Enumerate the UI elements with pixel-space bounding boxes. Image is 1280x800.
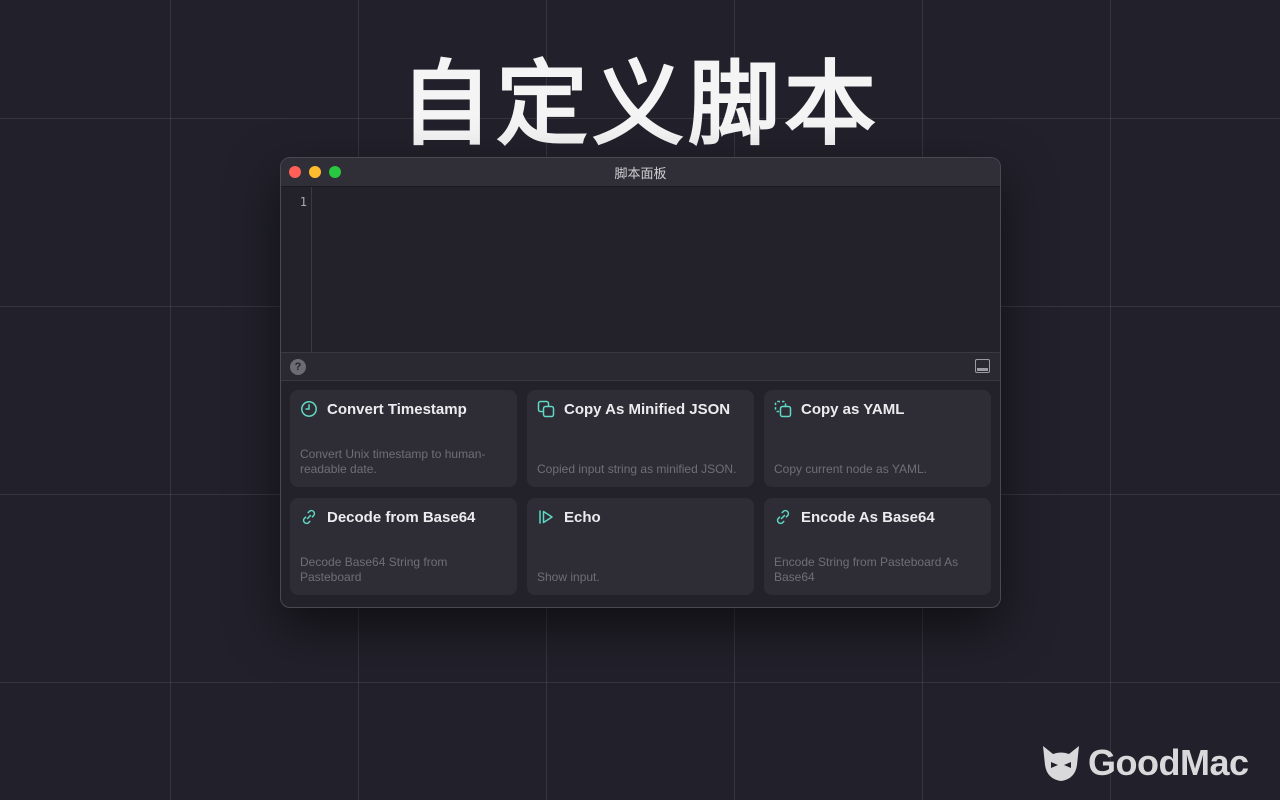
brand-logo: GoodMac [1040,742,1249,784]
script-card-decode-base64[interactable]: Decode from Base64 Decode Base64 String … [290,498,517,595]
script-title: Convert Timestamp [327,400,467,418]
toggle-panel-icon[interactable] [975,359,990,373]
copy-dashed-icon [774,400,792,418]
link-icon [776,509,790,525]
script-card-encode-base64[interactable]: Encode As Base64 Encode String from Past… [764,498,991,595]
script-card-copy-minified-json[interactable]: Copy As Minified JSON Copied input strin… [527,390,754,487]
script-description: Convert Unix timestamp to human-readable… [300,447,486,476]
script-description: Decode Base64 String from Pasteboard [300,555,448,584]
script-card-convert-timestamp[interactable]: Convert Timestamp Convert Unix timestamp… [290,390,517,487]
script-editor[interactable]: 1 [281,187,1000,352]
play-icon [539,510,553,524]
script-title: Copy As Minified JSON [564,400,731,418]
script-title: Echo [564,508,601,526]
script-description: Show input. [537,570,600,584]
title-bar: 脚本面板 [281,158,1000,187]
window-title: 脚本面板 [614,166,667,182]
script-card-copy-yaml[interactable]: Copy as YAML Copy current node as YAML. [764,390,991,487]
mascot-icon [1043,746,1079,781]
script-description: Copied input string as minified JSON. [537,462,737,476]
script-title: Encode As Base64 [801,508,935,526]
clock-icon [301,401,317,417]
help-icon[interactable]: ? [290,359,306,375]
line-number: 1 [299,195,307,209]
brand-name: GoodMac [1088,742,1249,783]
line-gutter: 1 [281,187,312,352]
script-title: Decode from Base64 [327,508,476,526]
script-card-echo[interactable]: Echo Show input. [527,498,754,595]
editor-toolbar: ? [281,352,1000,381]
page-headline: 自定义脚本 [399,51,880,158]
script-panel-window: 脚本面板 1 ? Convert Timestamp Convert Unix … [280,157,1001,608]
copy-icon [537,400,555,418]
script-list: Convert Timestamp Convert Unix timestamp… [290,390,991,595]
link-icon [302,509,316,525]
script-description: Copy current node as YAML. [774,462,927,476]
script-title: Copy as YAML [801,400,905,418]
script-description: Encode String from Pasteboard As Base64 [774,555,959,584]
